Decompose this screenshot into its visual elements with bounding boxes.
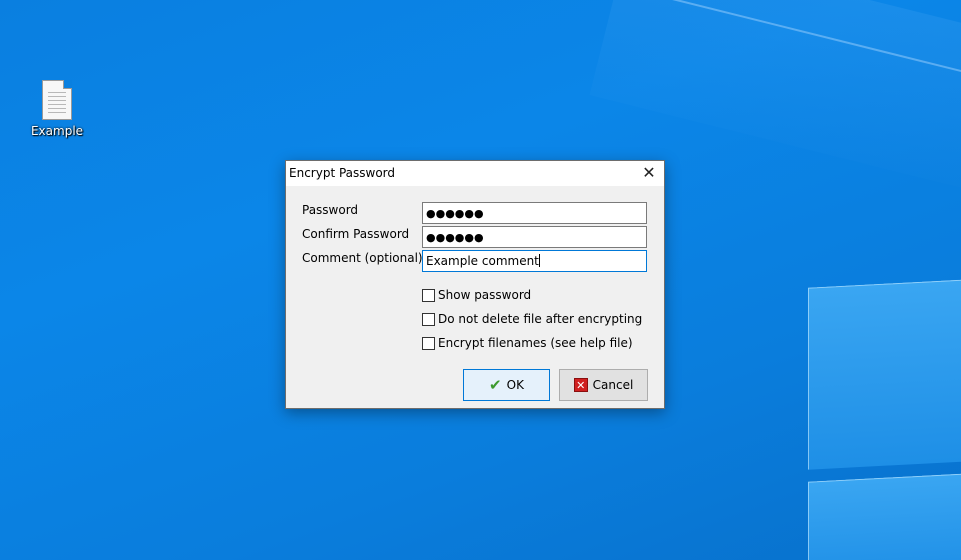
password-label: Password (302, 203, 359, 217)
cancel-button-label: Cancel (592, 378, 634, 392)
confirm-password-label: Confirm Password (302, 227, 410, 241)
comment-input[interactable]: Example comment (422, 250, 647, 272)
wallpaper-window-pane (808, 472, 961, 560)
text-caret (538, 254, 540, 267)
keep-file-checkbox-row[interactable]: Do not delete file after encrypting (422, 312, 642, 326)
show-password-checkbox-row[interactable]: Show password (422, 288, 531, 302)
close-icon[interactable]: ✕ (638, 163, 660, 183)
wallpaper-window-pane (808, 278, 961, 470)
keep-file-checkbox[interactable] (422, 312, 435, 326)
password-value: ●●●●●● (426, 207, 484, 220)
cancel-x-icon: ✕ (573, 378, 588, 392)
ok-button[interactable]: ✔ OK (463, 369, 550, 401)
comment-value: Example comment (426, 254, 539, 268)
encrypt-filenames-checkbox-row[interactable]: Encrypt filenames (see help file) (422, 336, 633, 350)
encrypt-filenames-label: Encrypt filenames (see help file) (438, 336, 633, 350)
encrypt-password-dialog: Encrypt Password ✕ Password ●●●●●● Confi… (285, 160, 665, 409)
desktop-icon-label: Example (30, 124, 84, 138)
checkmark-icon: ✔ (489, 376, 502, 394)
dialog-title: Encrypt Password (289, 166, 396, 180)
show-password-label: Show password (438, 288, 532, 302)
keep-file-label: Do not delete file after encrypting (438, 312, 643, 326)
desktop: Example Encrypt Password ✕ Password ●●●●… (0, 0, 961, 560)
dialog-titlebar[interactable]: Encrypt Password ✕ (286, 161, 664, 186)
confirm-password-input[interactable]: ●●●●●● (422, 226, 647, 248)
encrypt-filenames-checkbox[interactable] (422, 336, 435, 350)
show-password-checkbox[interactable] (422, 288, 435, 302)
confirm-password-value: ●●●●●● (426, 231, 484, 244)
comment-label: Comment (optional) (302, 251, 423, 265)
desktop-icon-example[interactable]: Example (28, 80, 86, 138)
ok-button-label: OK (506, 378, 524, 392)
password-input[interactable]: ●●●●●● (422, 202, 647, 224)
cancel-button[interactable]: ✕ Cancel (559, 369, 648, 401)
text-file-icon (42, 80, 72, 120)
